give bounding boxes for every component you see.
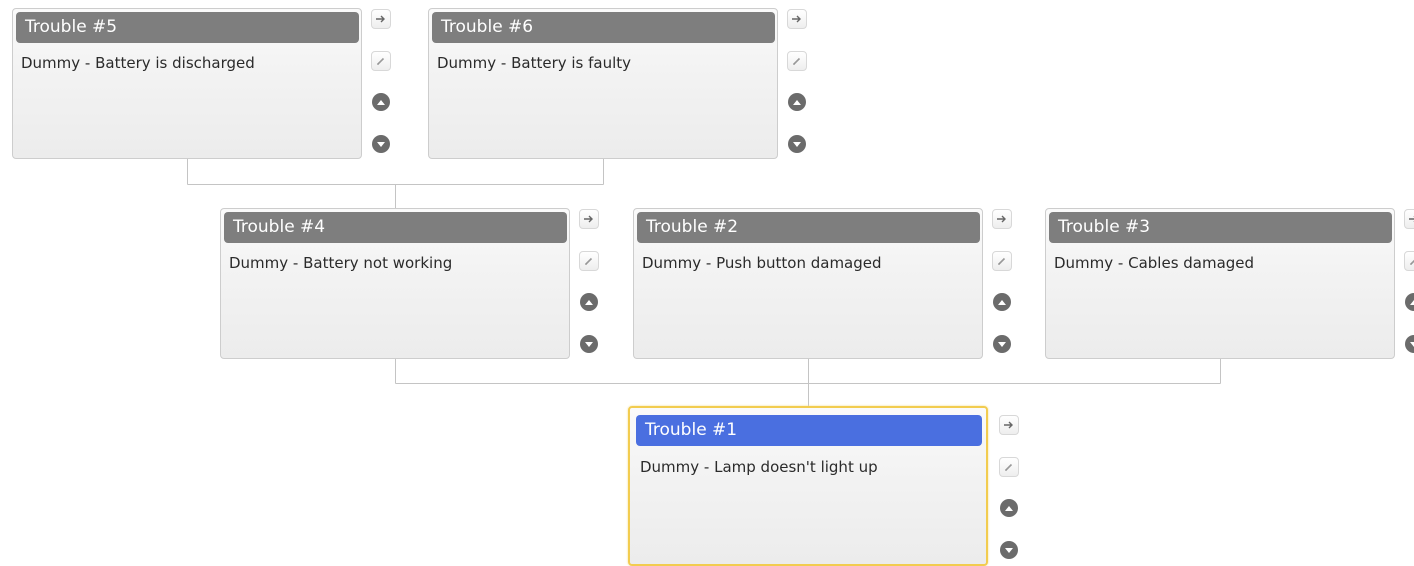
trouble-node[interactable]: Trouble #2 Dummy - Push button damaged [633,208,983,359]
pencil-icon[interactable] [992,251,1012,271]
move-down-icon[interactable] [788,135,806,153]
node-title: Trouble #5 [16,12,359,43]
move-up-icon[interactable] [788,93,806,111]
node-title: Trouble #6 [432,12,775,43]
pencil-icon[interactable] [1404,251,1414,271]
node-description: Dummy - Battery is faulty [437,54,632,72]
node-description: Dummy - Battery is discharged [21,54,255,72]
arrow-right-icon[interactable] [787,9,807,29]
move-up-icon[interactable] [580,293,598,311]
pencil-icon[interactable] [579,251,599,271]
arrow-right-icon[interactable] [992,209,1012,229]
pencil-icon[interactable] [787,51,807,71]
node-title: Trouble #3 [1049,212,1392,243]
move-up-icon[interactable] [993,293,1011,311]
node-title: Trouble #4 [224,212,567,243]
move-down-icon[interactable] [993,335,1011,353]
arrow-right-icon[interactable] [579,209,599,229]
node-title: Trouble #2 [637,212,980,243]
trouble-node[interactable]: Trouble #5 Dummy - Battery is discharged [12,8,362,159]
arrow-right-icon[interactable] [999,415,1019,435]
node-description: Dummy - Push button damaged [642,254,882,272]
pencil-icon[interactable] [999,457,1019,477]
trouble-node-selected[interactable]: Trouble #1 Dummy - Lamp doesn't light up [628,406,988,566]
node-description: Dummy - Lamp doesn't light up [640,458,878,476]
arrow-right-icon[interactable] [1404,209,1414,229]
pencil-icon[interactable] [371,51,391,71]
node-description: Dummy - Battery not working [229,254,453,272]
node-title: Trouble #1 [636,415,982,446]
arrow-right-icon[interactable] [371,9,391,29]
trouble-node[interactable]: Trouble #6 Dummy - Battery is faulty [428,8,778,159]
trouble-node[interactable]: Trouble #4 Dummy - Battery not working [220,208,570,359]
move-up-icon[interactable] [1000,499,1018,517]
move-up-icon[interactable] [372,93,390,111]
move-down-icon[interactable] [580,335,598,353]
move-down-icon[interactable] [1000,541,1018,559]
trouble-node[interactable]: Trouble #3 Dummy - Cables damaged [1045,208,1395,359]
node-description: Dummy - Cables damaged [1054,254,1255,272]
move-down-icon[interactable] [372,135,390,153]
